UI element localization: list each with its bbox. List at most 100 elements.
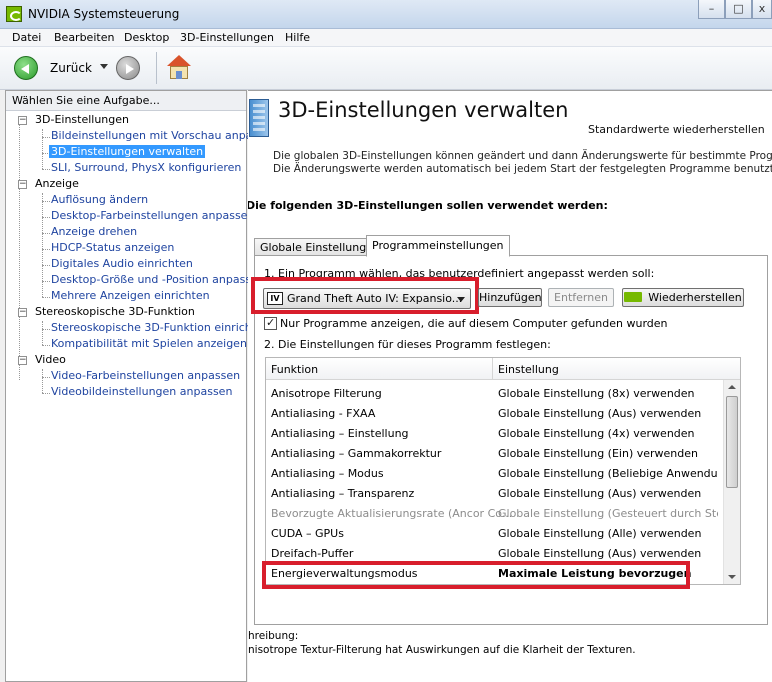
category-3d-einstellungen[interactable]: − 3D-Einstellungen xyxy=(18,113,130,126)
minimize-button[interactable]: – xyxy=(698,0,725,19)
sidebar-item-desktop-groesse[interactable]: Desktop-Größe und -Position anpassen xyxy=(51,273,265,286)
maximize-icon: □ xyxy=(733,2,744,15)
back-history-dropdown-icon[interactable] xyxy=(100,64,108,69)
nvidia-app-icon xyxy=(6,6,22,22)
table-row[interactable]: CUDA – GPUs Globale Einstellung (Alle) ve… xyxy=(266,524,722,544)
restore-defaults-link[interactable]: Standardwerte wiederherstellen xyxy=(588,123,765,136)
category-video[interactable]: − Video xyxy=(18,353,66,366)
row-setting: Globale Einstellung (Beliebige Anwendung… xyxy=(498,467,718,480)
sidebar-item-bildeinstellungen[interactable]: Bildeinstellungen mit Vorschau anpassen xyxy=(51,129,278,142)
scroll-down-icon[interactable] xyxy=(728,575,736,579)
restore-program-button[interactable]: Wiederherstellen xyxy=(622,288,744,307)
restore-program-label: Wiederherstellen xyxy=(648,291,742,304)
collapse-icon[interactable]: − xyxy=(18,308,27,317)
window-controls: – □ x xyxy=(698,0,772,20)
program-select[interactable]: IV Grand Theft Auto IV: Expansio... xyxy=(263,288,471,309)
sidebar-item-kompatibilitaet[interactable]: Kompatibilität mit Spielen anzeigen xyxy=(51,337,247,350)
table-header: Funktion Einstellung xyxy=(266,358,740,380)
row-function: Antialiasing - FXAA xyxy=(271,407,376,420)
collapse-icon[interactable]: − xyxy=(18,116,27,125)
chevron-down-icon xyxy=(457,297,465,302)
toolbar-separator xyxy=(156,52,157,84)
back-arrow-icon[interactable] xyxy=(14,56,38,80)
tab-programmeinstellungen[interactable]: Programmeinstellungen xyxy=(366,235,510,257)
home-icon[interactable] xyxy=(166,55,192,81)
description-label: hreibung: xyxy=(248,630,299,642)
column-header-einstellung[interactable]: Einstellung xyxy=(498,363,559,376)
sidebar-item-hdcp[interactable]: HDCP-Status anzeigen xyxy=(51,241,174,254)
table-row[interactable]: Antialiasing – Transparenz Globale Einste… xyxy=(266,484,722,504)
table-row[interactable]: Antialiasing – Modus Globale Einstellung … xyxy=(266,464,722,484)
scrollbar-thumb[interactable] xyxy=(726,396,738,488)
page-banner: 3D-Einstellungen verwalten Standardwerte… xyxy=(248,91,772,139)
sidebar-item-anzeige-drehen[interactable]: Anzeige drehen xyxy=(51,225,137,238)
menu-3d-einstellungen[interactable]: 3D-Einstellungen xyxy=(180,31,274,44)
description-line: Die Änderungswerte werden automatisch be… xyxy=(273,163,772,175)
row-setting: Globale Einstellung (Aus) verwenden xyxy=(498,407,702,420)
description-text: nisotrope Textur-Filterung hat Auswirkun… xyxy=(248,644,636,656)
checkbox-label: Nur Programme anzeigen, die auf diesem C… xyxy=(280,317,668,330)
remove-program-button[interactable]: Entfernen xyxy=(548,288,614,307)
minimize-icon: – xyxy=(708,2,715,15)
menu-bearbeiten[interactable]: Bearbeiten xyxy=(54,31,114,44)
show-found-programs-checkbox[interactable] xyxy=(264,316,277,330)
sidebar-item-3d-einstellungen-verwalten[interactable]: 3D-Einstellungen verwalten xyxy=(49,145,206,158)
description-line: Die globalen 3D-Einstellungen können geä… xyxy=(273,150,772,162)
sidebar-item-video-farbe[interactable]: Video-Farbeinstellungen anpassen xyxy=(51,369,240,382)
sidebar-item-stereo-einrichten[interactable]: Stereoskopische 3D-Funktion einrichten xyxy=(51,321,270,334)
category-label: Video xyxy=(35,353,66,366)
forward-arrow-icon[interactable] xyxy=(116,56,140,80)
collapse-icon[interactable]: − xyxy=(18,356,27,365)
step2-label: 2. Die Einstellungen für dieses Programm… xyxy=(264,338,551,351)
maximize-button[interactable]: □ xyxy=(725,0,752,19)
sidebar-item-sli-surround-physx[interactable]: SLI, Surround, PhysX konfigurieren xyxy=(51,161,241,174)
table-row[interactable]: Bevorzugte Aktualisierungsrate (Ancor Co… xyxy=(266,504,722,524)
show-found-programs-checkbox-row[interactable]: Nur Programme anzeigen, die auf diesem C… xyxy=(264,316,668,330)
row-function: Bevorzugte Aktualisierungsrate (Ancor Co… xyxy=(271,507,513,520)
highlight-box-power-mode xyxy=(262,561,690,589)
sidebar-header: Wählen Sie eine Aufgabe... xyxy=(6,91,246,111)
row-setting: Globale Einstellung (Gesteuert durch Ste… xyxy=(498,507,718,520)
category-anzeige[interactable]: − Anzeige xyxy=(18,177,79,190)
section-heading: Die folgenden 3D-Einstellungen sollen ve… xyxy=(248,199,608,212)
row-function: Anisotrope Filterung xyxy=(271,387,382,400)
table-scrollbar[interactable] xyxy=(723,380,740,584)
scroll-up-icon[interactable] xyxy=(728,385,736,389)
add-program-button[interactable]: Hinzufügen xyxy=(478,288,542,307)
menu-datei[interactable]: Datei xyxy=(12,31,41,44)
sidebar-item-aufloesung[interactable]: Auflösung ändern xyxy=(51,193,148,206)
menu-desktop[interactable]: Desktop xyxy=(124,31,169,44)
table-row[interactable]: Antialiasing – Gammakorrektur Globale Ein… xyxy=(266,444,722,464)
row-setting: Globale Einstellung (Ein) verwenden xyxy=(498,447,698,460)
category-stereoskopisch[interactable]: − Stereoskopische 3D-Funktion xyxy=(18,305,195,318)
close-button[interactable]: x xyxy=(752,0,772,19)
table-row[interactable]: Anisotrope Filterung Globale Einstellung … xyxy=(266,384,722,404)
task-sidebar: Wählen Sie eine Aufgabe... − 3D-Einstell… xyxy=(5,90,278,682)
column-header-funktion[interactable]: Funktion xyxy=(271,363,318,376)
row-function: Dreifach-Puffer xyxy=(271,547,354,560)
content-panel: 3D-Einstellungen verwalten Standardwerte… xyxy=(248,90,772,682)
table-row[interactable]: Antialiasing - FXAA Globale Einstellung (… xyxy=(266,404,722,424)
menu-hilfe[interactable]: Hilfe xyxy=(285,31,310,44)
category-label: 3D-Einstellungen xyxy=(35,113,130,126)
close-icon: x xyxy=(758,2,766,15)
row-function: Antialiasing – Gammakorrektur xyxy=(271,447,442,460)
description-area: hreibung: nisotrope Textur-Filterung hat… xyxy=(248,629,636,657)
sidebar-item-desktop-farbe[interactable]: Desktop-Farbeinstellungen anpassen xyxy=(51,209,254,222)
title-bar: NVIDIA Systemsteuerung – □ x xyxy=(0,0,772,29)
menu-bar: Datei Bearbeiten Desktop 3D-Einstellunge… xyxy=(0,29,772,47)
nvidia-icon xyxy=(624,292,643,302)
row-setting: Globale Einstellung (Aus) verwenden xyxy=(498,487,702,500)
back-button-label[interactable]: Zurück xyxy=(50,61,92,75)
sidebar-item-mehrere-anzeigen[interactable]: Mehrere Anzeigen einrichten xyxy=(51,289,210,302)
row-setting: Globale Einstellung (4x) verwenden xyxy=(498,427,695,440)
category-label: Stereoskopische 3D-Funktion xyxy=(35,305,195,318)
row-setting: Globale Einstellung (Alle) verwenden xyxy=(498,527,702,540)
category-label: Anzeige xyxy=(35,177,79,190)
row-setting: Globale Einstellung (8x) verwenden xyxy=(498,387,695,400)
table-row[interactable]: Antialiasing – Einstellung Globale Einste… xyxy=(266,424,722,444)
settings-table: Funktion Einstellung Anisotrope Filterun… xyxy=(265,357,741,585)
sidebar-item-videobild[interactable]: Videobildeinstellungen anpassen xyxy=(51,385,232,398)
collapse-icon[interactable]: − xyxy=(18,180,27,189)
sidebar-item-digitales-audio[interactable]: Digitales Audio einrichten xyxy=(51,257,193,270)
